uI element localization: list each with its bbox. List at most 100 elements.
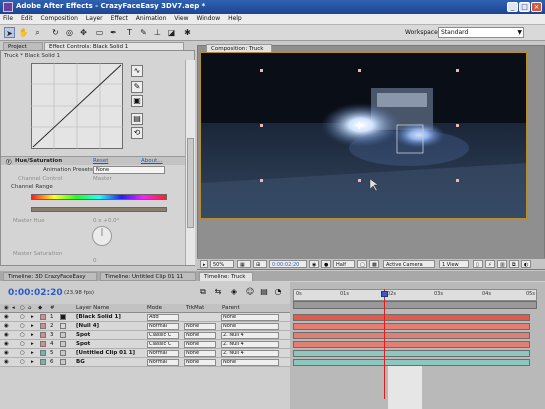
solo-toggle-icon[interactable]: ○ bbox=[20, 314, 25, 321]
menu-effect[interactable]: Effect bbox=[108, 14, 131, 23]
puppet-tool-icon[interactable]: ✱ bbox=[182, 27, 193, 38]
draft-3d-icon[interactable]: ◈ bbox=[228, 287, 240, 297]
exposure-icon[interactable]: ◐ bbox=[521, 260, 531, 268]
parent-select[interactable]: 2. Null 4 bbox=[221, 350, 279, 357]
minimize-button[interactable]: _ bbox=[507, 2, 518, 12]
rectangle-mask-tool-icon[interactable]: ▭ bbox=[94, 27, 105, 38]
visibility-eye-icon[interactable]: ◉ bbox=[4, 341, 9, 348]
parent-select[interactable]: 2. Null 4 bbox=[221, 332, 279, 339]
solo-toggle-icon[interactable]: ○ bbox=[20, 359, 25, 366]
av-features-icon[interactable]: ◉ bbox=[4, 305, 9, 311]
expand-triangle-icon[interactable]: ▸ bbox=[31, 332, 34, 339]
curve-tool-icon[interactable]: ∿ bbox=[131, 65, 143, 77]
open-file-icon[interactable]: ▣ bbox=[131, 95, 143, 107]
visibility-eye-icon[interactable]: ◉ bbox=[4, 314, 9, 321]
region-of-interest-icon[interactable]: ▢ bbox=[357, 260, 367, 268]
camera-select[interactable]: Active Camera bbox=[383, 260, 435, 268]
animation-presets-select[interactable]: None bbox=[93, 166, 165, 174]
brush-tool-icon[interactable]: ✎ bbox=[138, 27, 149, 38]
playhead-handle[interactable] bbox=[381, 291, 388, 297]
layer-bar-3[interactable] bbox=[293, 332, 530, 339]
parent-select[interactable]: None bbox=[221, 359, 279, 366]
tab-timeline-3d[interactable]: Timeline: 3D CrazyFaceEasy bbox=[3, 272, 97, 281]
mode-select[interactable]: Normal bbox=[147, 359, 179, 366]
parent-header[interactable]: Parent bbox=[222, 305, 240, 311]
scrollbar-thumb[interactable] bbox=[187, 138, 194, 228]
menu-window[interactable]: Window bbox=[193, 14, 223, 23]
workspace-select[interactable]: Standard ▼ bbox=[438, 27, 524, 38]
trkmat-select[interactable]: None bbox=[184, 332, 216, 339]
lock-icon[interactable]: ⌂ bbox=[28, 305, 32, 311]
trkmat-header[interactable]: TrkMat bbox=[186, 305, 204, 311]
mode-select[interactable]: Classic C bbox=[147, 341, 179, 348]
reset-curve-icon[interactable]: ⟲ bbox=[131, 127, 143, 139]
visibility-eye-icon[interactable]: ◉ bbox=[4, 359, 9, 366]
frame-blending-icon[interactable]: ▤ bbox=[258, 287, 270, 297]
trkmat-select[interactable]: None bbox=[184, 350, 216, 357]
transparency-grid-icon[interactable]: ▩ bbox=[369, 260, 379, 268]
grid-icon[interactable]: ⊞ bbox=[253, 260, 267, 268]
expand-triangle-icon[interactable]: ▸ bbox=[31, 359, 34, 366]
channel-range-bar[interactable] bbox=[31, 207, 167, 212]
layer-bar-4[interactable] bbox=[293, 341, 530, 348]
toggle-pixel-aspect-icon[interactable]: ▯ bbox=[473, 260, 483, 268]
work-area-bar[interactable] bbox=[293, 301, 537, 309]
layer-row-3[interactable]: ◉ ○ ▸ 3 Spot Classic C None 2. Null 4 bbox=[0, 331, 290, 340]
solo-toggle-icon[interactable]: ○ bbox=[20, 323, 25, 330]
mode-header[interactable]: Mode bbox=[147, 305, 162, 311]
mode-select[interactable]: Add bbox=[147, 314, 179, 321]
show-channel-icon[interactable]: ● bbox=[321, 260, 331, 268]
orbit-camera-tool-icon[interactable]: ◎ bbox=[64, 27, 75, 38]
menu-layer[interactable]: Layer bbox=[83, 14, 106, 23]
menu-help[interactable]: Help bbox=[225, 14, 245, 23]
parent-select[interactable]: None bbox=[221, 314, 279, 321]
visibility-eye-icon[interactable]: ◉ bbox=[4, 350, 9, 357]
magnification-select[interactable]: 50% bbox=[210, 260, 234, 268]
solo-toggle-icon[interactable]: ○ bbox=[20, 350, 25, 357]
view-layout-select[interactable]: 1 View bbox=[439, 260, 469, 268]
selection-tool-icon[interactable]: ➤ bbox=[4, 27, 15, 38]
layer-label-color[interactable] bbox=[40, 314, 46, 320]
comp-mini-flowchart-icon[interactable]: ⧉ bbox=[197, 287, 209, 297]
effect-controls-scrollbar[interactable] bbox=[185, 60, 195, 265]
tab-timeline-truck[interactable]: Timeline: Truck bbox=[199, 272, 253, 281]
layer-row-6[interactable]: ◉ ○ ▸ 6 BG Normal None None bbox=[0, 358, 290, 367]
layer-row-4[interactable]: ◉ ○ ▸ 4 Spot Classic C None 2. Null 4 bbox=[0, 340, 290, 349]
close-button[interactable]: × bbox=[531, 2, 542, 12]
layer-label-color[interactable] bbox=[40, 323, 46, 329]
audio-icon[interactable]: ◂ bbox=[12, 305, 15, 311]
resolution-select[interactable]: Half bbox=[333, 260, 355, 268]
reset-link[interactable]: Reset bbox=[93, 158, 108, 164]
mode-select[interactable]: Classic C bbox=[147, 332, 179, 339]
visibility-eye-icon[interactable]: ◉ bbox=[4, 323, 9, 330]
hide-shy-icon[interactable]: ☺ bbox=[244, 287, 256, 297]
layer-label-color[interactable] bbox=[40, 359, 46, 365]
layer-name[interactable]: [Black Solid 1] bbox=[76, 314, 144, 321]
layer-label-color[interactable] bbox=[40, 350, 46, 356]
flowchart-icon[interactable]: ⧉ bbox=[509, 260, 519, 268]
safe-margins-icon[interactable]: ▦ bbox=[237, 260, 251, 268]
comp-timecode[interactable]: 0:00:02:20 bbox=[269, 260, 307, 268]
menu-composition[interactable]: Composition bbox=[38, 14, 81, 23]
hue-dial[interactable] bbox=[91, 225, 113, 247]
layer-name[interactable]: [Null 4] bbox=[76, 323, 144, 330]
pencil-tool-icon[interactable]: ✎ bbox=[131, 81, 143, 93]
expand-triangle-icon[interactable]: ▸ bbox=[31, 341, 34, 348]
label-icon[interactable]: ◆ bbox=[38, 305, 42, 311]
trkmat-select[interactable]: None bbox=[184, 323, 216, 330]
layer-name[interactable]: Spot bbox=[76, 341, 144, 348]
trkmat-select[interactable]: None bbox=[184, 341, 216, 348]
time-ruler[interactable]: 0s 01s 02s 03s 04s 05s bbox=[293, 289, 537, 301]
solo-toggle-icon[interactable]: ○ bbox=[20, 332, 25, 339]
effect-header[interactable]: ⓕ Hue/Saturation Reset About... bbox=[1, 156, 186, 166]
layer-bar-5[interactable] bbox=[293, 350, 530, 357]
mode-select[interactable]: Normal bbox=[147, 350, 179, 357]
composition-viewer[interactable]: ✛ bbox=[200, 52, 527, 219]
parent-select[interactable]: None bbox=[221, 323, 279, 330]
menu-edit[interactable]: Edit bbox=[18, 14, 36, 23]
parent-select[interactable]: 2. Null 4 bbox=[221, 341, 279, 348]
layer-name[interactable]: [Untitled Clip 01 1] bbox=[76, 350, 144, 357]
layer-name-header[interactable]: Layer Name bbox=[76, 305, 109, 311]
timeline-timecode[interactable]: 0:00:02:20 bbox=[8, 288, 63, 298]
layer-label-color[interactable] bbox=[40, 332, 46, 338]
